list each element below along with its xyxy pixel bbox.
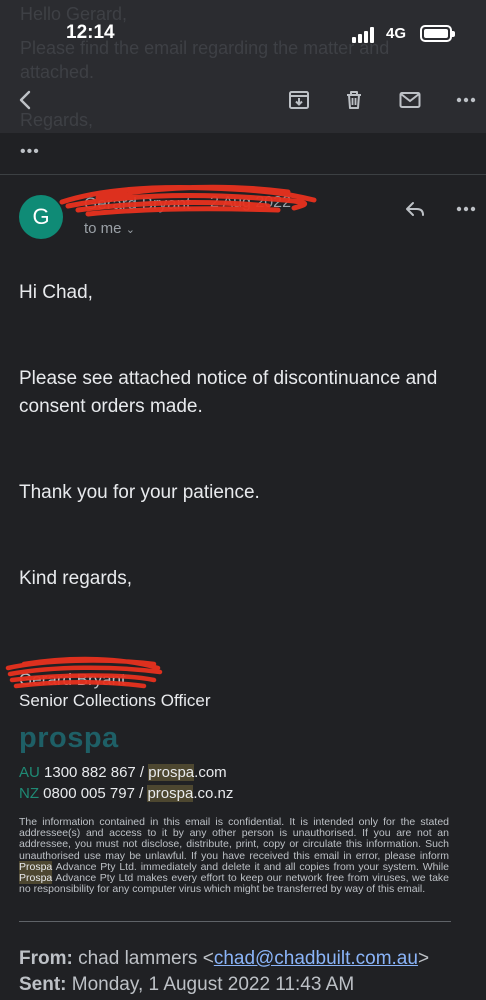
email-sign-off: Kind regards, [19, 568, 133, 589]
sender-avatar[interactable]: G [19, 195, 63, 239]
quoted-from: From: chad lammers <chad@chadbuilt.com.a… [19, 948, 430, 969]
country-code: NZ [19, 785, 39, 802]
more-horizontal-icon [456, 97, 476, 103]
phone-number[interactable]: 1300 882 867 / [40, 764, 148, 781]
reply-icon [406, 202, 424, 216]
signal-icon [352, 27, 378, 43]
back-button[interactable] [12, 86, 40, 114]
reply-button[interactable] [401, 195, 429, 223]
more-horizontal-icon [456, 206, 476, 212]
arrow-left-icon [19, 90, 31, 110]
more-options-button[interactable] [452, 86, 480, 114]
chevron-down-icon: ⌄ [125, 224, 135, 236]
signature-contact-nz: NZ 0800 005 797 / prospa.co.nz [19, 785, 233, 802]
email-greeting: Hi Chad, [19, 282, 93, 303]
email-paragraph: Thank you for your patience. [19, 482, 260, 503]
prospa-logo: prospa [19, 722, 119, 754]
background-text-line: attached. [20, 62, 95, 82]
signature-title: Senior Collections Officer [19, 691, 211, 710]
sent-value: Monday, 1 August 2022 11:43 AM [66, 974, 355, 995]
recipient-label: to me [84, 220, 122, 237]
delete-button[interactable] [340, 86, 368, 114]
from-label: From: [19, 948, 73, 969]
archive-icon [289, 91, 309, 109]
from-name: chad lammers < [72, 948, 214, 969]
trash-icon [347, 91, 361, 109]
top-app-bar: Hello Gerard, Please find the email rega… [0, 0, 486, 133]
sent-label: Sent: [19, 974, 67, 995]
archive-button[interactable] [285, 86, 313, 114]
status-time: 12:14 [66, 22, 115, 43]
divider [0, 174, 486, 175]
recipient-toggle[interactable]: to me ⌄ [84, 220, 135, 237]
from-email-link[interactable]: chad@chadbuilt.com.au [214, 948, 418, 969]
country-code: AU [19, 764, 40, 781]
phone-number[interactable]: 0800 005 797 / [39, 785, 147, 802]
mail-icon [399, 92, 421, 108]
quoted-sent: Sent: Monday, 1 August 2022 11:43 AM [19, 974, 354, 996]
website-link[interactable]: prospa.com [148, 764, 227, 781]
redaction-scribble [5, 656, 163, 689]
message-more-button[interactable] [452, 195, 480, 223]
mark-unread-button[interactable] [396, 86, 424, 114]
email-disclaimer: The information contained in this email … [19, 816, 449, 896]
website-link[interactable]: prospa.co.nz [147, 785, 233, 802]
quoted-divider [19, 921, 451, 922]
collapsed-messages-button[interactable]: ••• [20, 143, 40, 161]
network-type: 4G [386, 25, 407, 42]
battery-icon [420, 25, 455, 42]
signature-contact-au: AU 1300 882 867 / prospa.com [19, 764, 227, 781]
email-paragraph: Please see attached notice of discontinu… [19, 368, 438, 417]
